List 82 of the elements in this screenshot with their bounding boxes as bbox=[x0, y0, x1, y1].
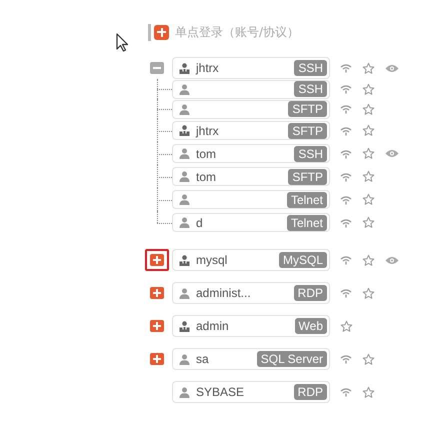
signal-icon[interactable] bbox=[340, 126, 352, 136]
protocol-tag: Telnet bbox=[286, 214, 327, 230]
protocol-tag: SSH bbox=[294, 81, 327, 97]
signal-icon[interactable] bbox=[340, 194, 352, 204]
signal-icon[interactable] bbox=[340, 104, 352, 114]
shared-account-icon bbox=[179, 125, 190, 136]
account-entry[interactable]: tom SFTP bbox=[172, 167, 330, 186]
protocol-tag: Web bbox=[294, 318, 327, 334]
protocol-tag: SSH bbox=[294, 60, 327, 76]
account-name: tom bbox=[196, 168, 216, 186]
account-name: jhtrx bbox=[196, 122, 219, 140]
eye-icon[interactable] bbox=[385, 256, 399, 264]
star-icon[interactable] bbox=[340, 320, 353, 332]
account-entry[interactable]: administ... RDP bbox=[172, 282, 330, 304]
account-entry[interactable]: admin Web bbox=[172, 315, 330, 337]
account-entry[interactable]: jhtrx SFTP bbox=[172, 121, 330, 140]
user-icon bbox=[179, 84, 190, 94]
star-icon[interactable] bbox=[362, 254, 375, 266]
eye-icon[interactable] bbox=[385, 64, 399, 72]
signal-icon[interactable] bbox=[340, 84, 352, 94]
account-name: administ... bbox=[196, 285, 251, 302]
account-name: d bbox=[196, 214, 203, 232]
expand-toggle[interactable] bbox=[150, 320, 164, 332]
star-icon[interactable] bbox=[362, 193, 375, 206]
user-icon bbox=[179, 217, 190, 228]
signal-icon[interactable] bbox=[340, 172, 352, 182]
protocol-tag: SFTP bbox=[288, 122, 327, 138]
expand-toggle[interactable] bbox=[150, 287, 164, 299]
star-icon[interactable] bbox=[362, 386, 375, 398]
protocol-tag: MySQL bbox=[278, 252, 327, 268]
account-name: admin bbox=[196, 318, 229, 335]
expand-toggle[interactable] bbox=[150, 353, 164, 365]
user-icon bbox=[179, 171, 190, 182]
signal-icon[interactable] bbox=[340, 148, 352, 158]
account-name: SYBASE bbox=[196, 384, 244, 401]
shared-account-icon bbox=[179, 62, 190, 74]
add-icon[interactable] bbox=[154, 24, 169, 40]
signal-icon[interactable] bbox=[340, 63, 352, 73]
user-icon bbox=[179, 194, 190, 205]
account-name: tom bbox=[196, 146, 216, 162]
signal-icon[interactable] bbox=[340, 255, 352, 265]
star-icon[interactable] bbox=[362, 102, 375, 116]
account-entry[interactable]: SYBASE RDP bbox=[172, 381, 330, 403]
account-entry[interactable]: tom SSH bbox=[172, 144, 330, 163]
signal-icon[interactable] bbox=[340, 387, 352, 397]
protocol-tag: SSH bbox=[294, 146, 327, 162]
protocol-tag: RDP bbox=[294, 384, 327, 400]
protocol-tag: SFTP bbox=[288, 168, 327, 184]
protocol-tag: Telnet bbox=[286, 192, 327, 208]
star-icon[interactable] bbox=[362, 170, 375, 183]
section-title: 单点登录（账号/协议） bbox=[175, 24, 300, 41]
account-name: sa bbox=[196, 351, 209, 368]
signal-icon[interactable] bbox=[340, 218, 352, 228]
mouse-cursor-icon bbox=[116, 33, 130, 52]
user-icon bbox=[179, 148, 190, 159]
signal-icon[interactable] bbox=[340, 354, 352, 364]
account-entry[interactable]: jhtrx SSH bbox=[172, 57, 330, 79]
star-icon[interactable] bbox=[362, 286, 375, 300]
user-icon bbox=[179, 386, 190, 398]
user-icon bbox=[179, 354, 190, 364]
account-entry[interactable]: sa SQL Server bbox=[172, 348, 330, 370]
protocol-tag: SFTP bbox=[288, 101, 327, 117]
star-icon[interactable] bbox=[362, 352, 375, 366]
shared-account-icon bbox=[179, 254, 190, 266]
star-icon[interactable] bbox=[362, 82, 375, 96]
user-icon bbox=[179, 288, 190, 298]
star-icon[interactable] bbox=[362, 124, 375, 137]
collapse-toggle[interactable] bbox=[150, 62, 164, 74]
star-icon[interactable] bbox=[362, 216, 375, 229]
shared-account-icon bbox=[179, 320, 190, 332]
account-entry[interactable]: d Telnet bbox=[172, 213, 330, 232]
account-entry[interactable]: mysql MySQL bbox=[172, 249, 330, 271]
account-name: jhtrx bbox=[196, 60, 219, 77]
protocol-tag: SQL Server bbox=[256, 351, 327, 367]
user-icon bbox=[179, 104, 190, 114]
protocol-tag: RDP bbox=[294, 285, 327, 301]
account-name: mysql bbox=[196, 252, 228, 269]
expand-toggle[interactable] bbox=[150, 254, 164, 266]
star-icon[interactable] bbox=[362, 147, 375, 160]
eye-icon[interactable] bbox=[385, 149, 399, 158]
star-icon[interactable] bbox=[362, 62, 375, 74]
signal-icon[interactable] bbox=[340, 288, 352, 298]
